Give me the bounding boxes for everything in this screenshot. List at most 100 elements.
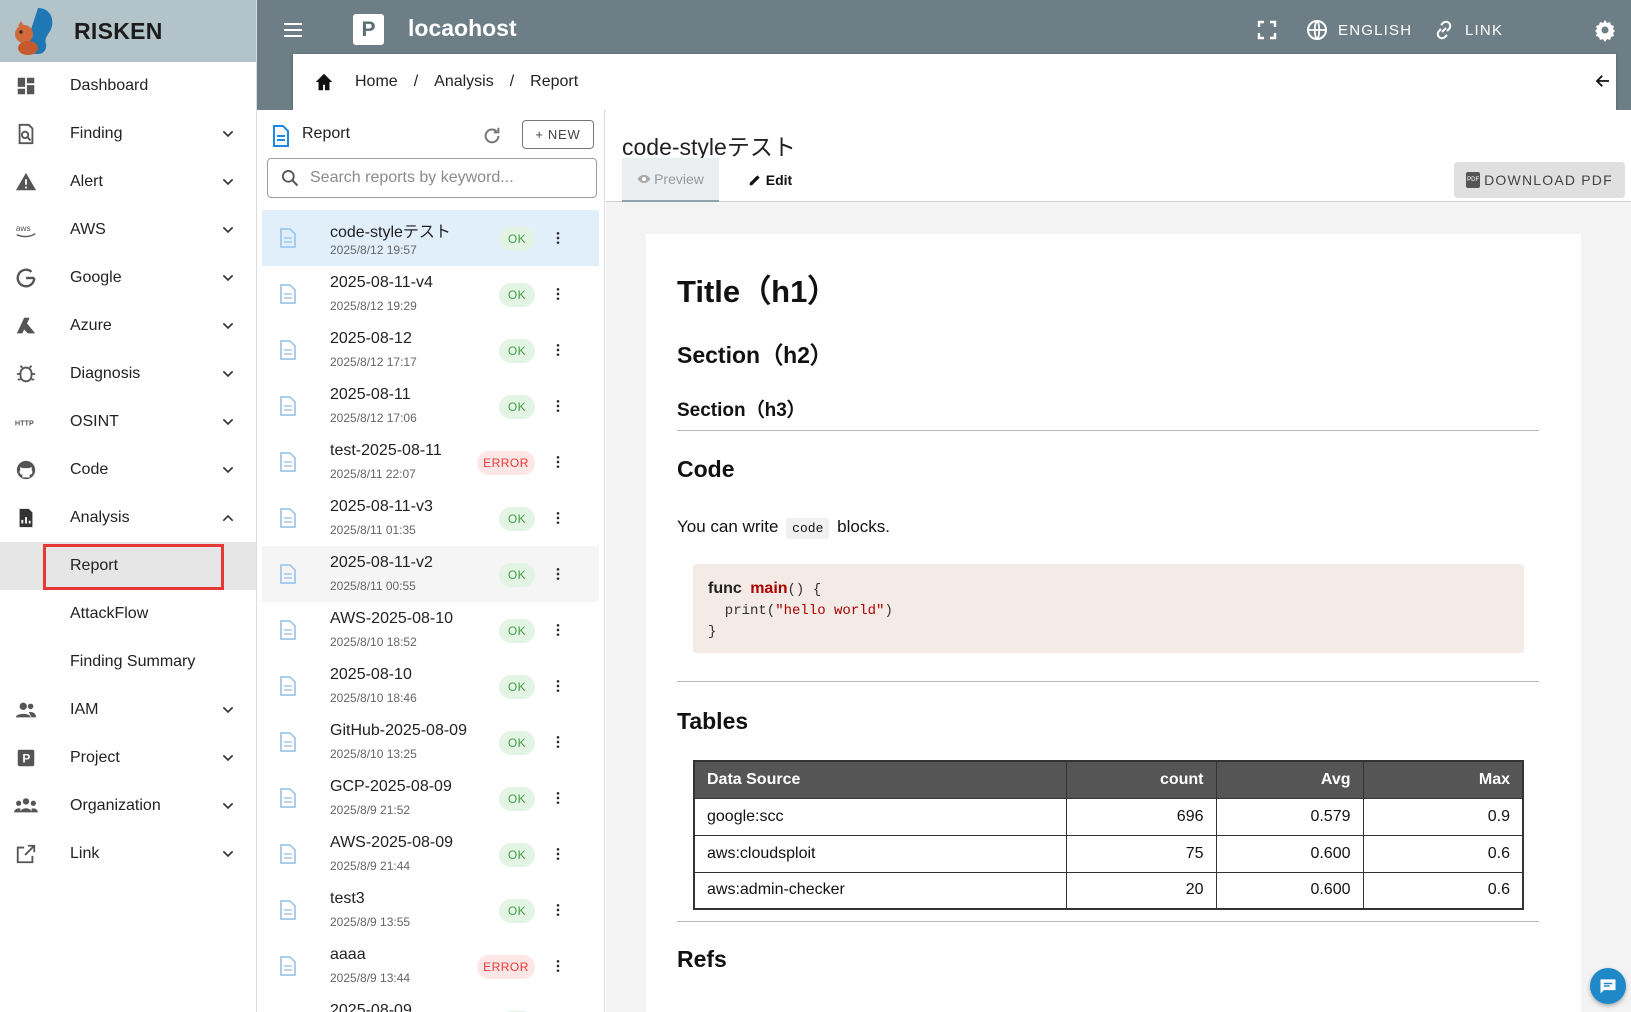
more-vertical-icon[interactable] <box>550 566 566 582</box>
list-item[interactable]: AWS-2025-08-09 2025/8/9 21:44 OK <box>262 826 599 882</box>
chevron-down-icon <box>220 750 236 766</box>
language-button[interactable]: ENGLISH <box>1338 22 1412 39</box>
fullscreen-icon[interactable] <box>1255 18 1279 42</box>
sidebar-item-google[interactable]: Google <box>0 254 256 302</box>
sidebar-item-project[interactable]: P Project <box>0 734 256 782</box>
more-vertical-icon[interactable] <box>550 846 566 862</box>
search-input[interactable] <box>310 169 590 187</box>
arrow-left-icon[interactable] <box>1594 72 1612 90</box>
table-cell: 0.6 <box>1362 834 1524 873</box>
list-item[interactable]: 2025-08-11-v3 2025/8/11 01:35 OK <box>262 490 599 546</box>
refresh-icon[interactable] <box>481 125 503 147</box>
chevron-down-icon <box>220 270 236 286</box>
list-item[interactable]: 2025-08-12 2025/8/12 17:17 OK <box>262 322 599 378</box>
sidebar-item-code[interactable]: Code <box>0 446 256 494</box>
sidebar-item-analysis[interactable]: Analysis <box>0 494 256 542</box>
heading-tables: Tables <box>677 708 749 734</box>
tab-edit[interactable]: Edit <box>740 158 800 202</box>
sidebar-item-osint[interactable]: HTTP OSINT <box>0 398 256 446</box>
list-item[interactable]: 2025-08-10 2025/8/10 18:46 OK <box>262 658 599 714</box>
sidebar-item-azure[interactable]: Azure <box>0 302 256 350</box>
document-icon <box>273 125 289 147</box>
sidebar-subitem-report[interactable]: Report <box>0 542 256 590</box>
status-badge: OK <box>499 731 535 755</box>
settings-gear-icon[interactable] <box>1593 18 1617 42</box>
column-header: Data Source <box>693 760 1067 799</box>
sidebar-item-dashboard[interactable]: Dashboard <box>0 62 256 110</box>
list-item[interactable]: AWS-2025-08-10 2025/8/10 18:52 OK <box>262 602 599 658</box>
more-vertical-icon[interactable] <box>550 678 566 694</box>
finding-icon <box>14 123 38 145</box>
chat-button[interactable] <box>1590 968 1626 1004</box>
status-badge: OK <box>499 563 535 587</box>
sidebar-subitem-finding-summary[interactable]: Finding Summary <box>0 638 256 686</box>
sidebar-item-finding[interactable]: Finding <box>0 110 256 158</box>
more-vertical-icon[interactable] <box>550 622 566 638</box>
globe-icon[interactable] <box>1305 18 1329 42</box>
report-date: 2025/8/12 17:06 <box>330 411 417 425</box>
link-button[interactable]: LINK <box>1465 22 1503 39</box>
report-viewer: code-styleテスト Preview Edit PDF DOWNLOAD … <box>606 110 1631 1012</box>
breadcrumb-home[interactable]: Home <box>355 73 398 91</box>
more-vertical-icon[interactable] <box>550 342 566 358</box>
sidebar-item-iam[interactable]: IAM <box>0 686 256 734</box>
report-list-panel: Report + NEW code-styleテスト 2025/8/12 19:5… <box>257 110 605 1012</box>
sidebar-item-diagnosis[interactable]: Diagnosis <box>0 350 256 398</box>
list-item[interactable]: test3 2025/8/9 13:55 OK <box>262 882 599 938</box>
report-name: 2025-08-11-v2 <box>330 554 433 571</box>
status-badge: OK <box>499 899 535 923</box>
sidebar-subitem-attackflow[interactable]: AttackFlow <box>0 590 256 638</box>
more-vertical-icon[interactable] <box>550 790 566 806</box>
list-item[interactable]: 2025-08-11-v4 2025/8/12 19:29 OK <box>262 266 599 322</box>
list-item[interactable]: aaaa 2025/8/9 13:44 ERROR <box>262 938 599 994</box>
table-row: aws:cloudsploit 75 0.600 0.6 <box>693 834 1524 873</box>
status-badge: OK <box>499 395 535 419</box>
sidebar-item-alert[interactable]: Alert <box>0 158 256 206</box>
link-icon[interactable] <box>1432 18 1456 42</box>
sidebar-item-label: Azure <box>70 317 112 334</box>
list-item[interactable]: GitHub-2025-08-09 2025/8/10 13:25 OK <box>262 714 599 770</box>
chevron-down-icon <box>220 798 236 814</box>
list-item[interactable]: code-styleテスト 2025/8/12 19:57 OK <box>262 210 599 266</box>
more-vertical-icon[interactable] <box>550 958 566 974</box>
more-vertical-icon[interactable] <box>550 286 566 302</box>
more-vertical-icon[interactable] <box>550 454 566 470</box>
chevron-down-icon <box>220 414 236 430</box>
search-box[interactable] <box>267 158 597 198</box>
report-title: code-styleテスト <box>622 134 796 160</box>
report-date: 2025/8/11 01:35 <box>330 523 416 537</box>
code-text: () { <box>787 582 822 598</box>
more-vertical-icon[interactable] <box>550 230 566 246</box>
status-badge: OK <box>499 675 535 699</box>
sidebar-item-link[interactable]: Link <box>0 830 256 878</box>
more-vertical-icon[interactable] <box>550 510 566 526</box>
sidebar-item-organization[interactable]: Organization <box>0 782 256 830</box>
code-function: main <box>750 580 788 597</box>
table-cell: aws:cloudsploit <box>693 834 1067 873</box>
breadcrumb-analysis[interactable]: Analysis <box>434 73 494 91</box>
more-vertical-icon[interactable] <box>550 902 566 918</box>
project-name[interactable]: locaohost <box>408 15 517 42</box>
list-item[interactable]: 2025-08-11-v2 2025/8/11 00:55 OK <box>262 546 599 602</box>
home-icon[interactable] <box>313 71 335 93</box>
brand[interactable]: RISKEN <box>0 0 256 62</box>
list-item[interactable]: 2025-08-11 2025/8/12 17:06 OK <box>262 378 599 434</box>
svg-text:aws: aws <box>16 223 31 233</box>
heading-section-h3: Section（h3） <box>677 400 806 421</box>
new-report-button[interactable]: + NEW <box>522 120 594 149</box>
more-vertical-icon[interactable] <box>550 398 566 414</box>
status-badge: OK <box>499 787 535 811</box>
heading-section-h2: Section（h2） <box>677 342 833 368</box>
more-vertical-icon[interactable] <box>550 734 566 750</box>
download-pdf-button[interactable]: PDF DOWNLOAD PDF <box>1454 162 1625 198</box>
document-icon <box>280 508 296 528</box>
report-name: 2025-08-11-v3 <box>330 498 433 515</box>
list-item[interactable]: 2025-08-09OK <box>262 994 599 1012</box>
new-button-label: NEW <box>547 127 581 142</box>
dashboard-icon <box>14 75 38 97</box>
list-item[interactable]: GCP-2025-08-09 2025/8/9 21:52 OK <box>262 770 599 826</box>
list-item[interactable]: test-2025-08-11 2025/8/11 22:07 ERROR <box>262 434 599 490</box>
sidebar-item-aws[interactable]: aws AWS <box>0 206 256 254</box>
tab-preview[interactable]: Preview <box>622 158 719 202</box>
hamburger-menu-icon[interactable] <box>281 18 305 42</box>
